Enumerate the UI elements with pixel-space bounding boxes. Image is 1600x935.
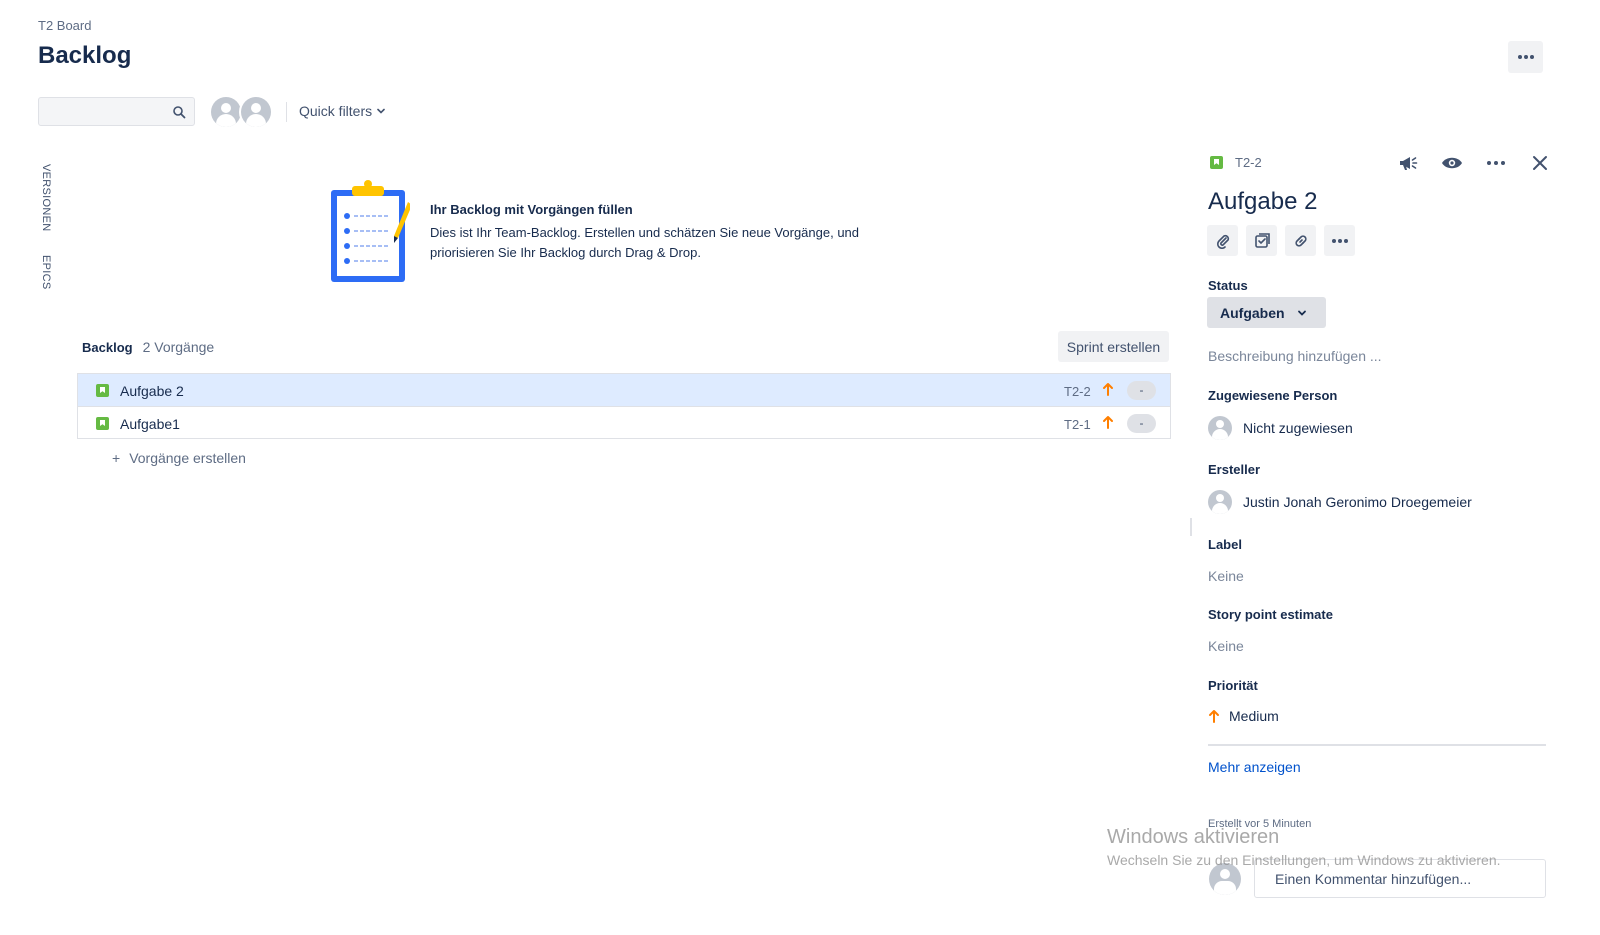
subtask-icon [1254,232,1270,248]
avatar[interactable] [209,95,243,129]
issue-key[interactable]: T2-2 [1064,384,1091,399]
avatar [1208,490,1232,514]
priority-field[interactable]: Medium [1208,708,1279,724]
more-quick-actions-button[interactable] [1324,225,1355,256]
chevron-down-icon [377,108,385,114]
tab-versions[interactable]: VERSIONEN [40,164,52,232]
assignee-value: Nicht zugewiesen [1243,420,1353,436]
assignee-field[interactable]: Nicht zugewiesen [1208,416,1353,440]
issue-summary: Aufgabe1 [120,416,180,432]
description-field[interactable]: Beschreibung hinzufügen ... [1208,348,1382,364]
attach-button[interactable] [1207,225,1238,256]
feedback-button[interactable] [1386,151,1430,175]
issue-quick-actions [1207,225,1355,256]
chevron-down-icon [1297,310,1306,316]
priority-label: Priorität [1208,678,1258,693]
paperclip-icon [1216,234,1229,249]
story-icon [1210,156,1223,169]
reporter-field[interactable]: Justin Jonah Geronimo Droegemeier [1208,490,1472,514]
tab-epics[interactable]: EPICS [40,255,52,290]
priority-medium-icon [1209,710,1219,723]
create-issue-label: Vorgänge erstellen [129,450,246,466]
story-point-badge[interactable]: - [1127,414,1156,433]
empty-state-title: Ihr Backlog mit Vorgängen füllen [430,202,633,217]
labels-label: Label [1208,537,1242,552]
backlog-header: Backlog 2 Vorgänge [82,339,214,355]
priority-medium-icon [1103,383,1113,396]
plus-icon: + [112,450,121,466]
eye-icon [1442,157,1462,169]
story-icon [96,384,109,397]
issue-key[interactable]: T2-1 [1064,417,1091,432]
labels-field[interactable]: Keine [1208,568,1244,584]
quick-filters-label: Quick filters [299,103,373,119]
created-timestamp: Erstellt vor 5 Minuten [1208,818,1312,830]
issue-title[interactable]: Aufgabe 2 [1208,188,1317,216]
close-panel-button[interactable] [1518,151,1562,175]
issue-detail-panel: T2-2 Aufgabe 2 Status Aufgaben Beschreib… [1190,145,1600,935]
more-horizontal-icon [1487,161,1505,165]
divider [1208,744,1546,746]
create-issue-button[interactable]: + Vorgänge erstellen [112,450,246,466]
story-points-field[interactable]: Keine [1208,638,1244,654]
empty-state-body: Dies ist Ihr Team-Backlog. Erstellen und… [430,225,860,260]
clipboard-illustration-icon [331,180,410,282]
search-field[interactable] [38,97,195,126]
status-value: Aufgaben [1220,304,1285,321]
backlog-title: Backlog [82,340,133,355]
status-label: Status [1208,278,1248,293]
detail-header-actions [1386,151,1562,175]
avatar [1209,863,1241,895]
create-sprint-button[interactable]: Sprint erstellen [1058,331,1169,362]
backlog-issue-list: Aufgabe 2 T2-2 - Aufgabe1 T2-1 - [77,373,1171,439]
assignee-label: Zugewiesene Person [1208,388,1338,403]
priority-value: Medium [1229,708,1279,724]
issue-summary: Aufgabe 2 [120,383,184,399]
story-point-badge[interactable]: - [1127,381,1156,400]
close-icon [1533,156,1547,170]
comment-input[interactable] [1254,859,1546,898]
status-dropdown[interactable]: Aufgaben [1207,297,1326,328]
add-child-issue-button[interactable] [1246,225,1277,256]
toolbar-divider [286,102,287,122]
avatar[interactable] [239,95,273,129]
priority-medium-icon [1103,416,1113,429]
backlog-issue-count: 2 Vorgänge [142,339,215,355]
more-horizontal-icon [1517,55,1534,59]
story-icon [96,417,109,430]
reporter-value: Justin Jonah Geronimo Droegemeier [1243,494,1472,510]
quick-filters-dropdown[interactable]: Quick filters [299,103,386,119]
show-more-link[interactable]: Mehr anzeigen [1208,759,1301,775]
link-issue-button[interactable] [1285,225,1316,256]
detail-more-button[interactable] [1474,151,1518,175]
megaphone-icon [1400,157,1418,170]
issue-key-link[interactable]: T2-2 [1235,155,1262,170]
more-horizontal-icon [1331,238,1348,243]
avatar [1208,416,1232,440]
page-title: Backlog [38,42,132,69]
reporter-label: Ersteller [1208,462,1261,477]
issue-row[interactable]: Aufgabe 2 T2-2 - [78,374,1170,406]
issue-row[interactable]: Aufgabe1 T2-1 - [78,406,1170,438]
story-points-label: Story point estimate [1208,607,1333,622]
search-input[interactable] [39,98,194,125]
link-icon [1294,234,1307,247]
breadcrumb[interactable]: T2 Board [38,18,91,33]
more-actions-button[interactable] [1508,41,1543,73]
watch-button[interactable] [1430,151,1474,175]
search-icon [173,106,186,119]
